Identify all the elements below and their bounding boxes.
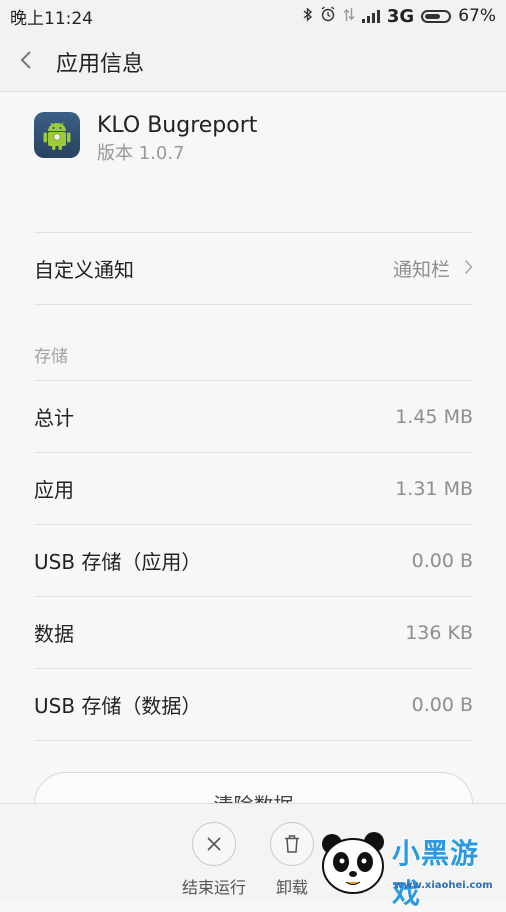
app-summary: KLO Bugreport 版本 1.0.7 (34, 112, 257, 168)
data-transfer-icon (343, 7, 355, 26)
status-bar: 晚上11:24 3G 67% (0, 0, 506, 32)
battery-percent: 67% (458, 6, 496, 26)
close-icon (192, 822, 236, 866)
page-title: 应用信息 (56, 51, 145, 77)
network-type: 3G (386, 5, 415, 27)
force-stop-button[interactable]: 结束运行 (174, 822, 254, 898)
divider (34, 740, 473, 741)
watermark-url: www.xiaohei.com (394, 880, 493, 891)
storage-label: 数据 (34, 622, 74, 646)
storage-label: USB 存储（应用） (34, 550, 202, 574)
force-stop-label: 结束运行 (181, 878, 246, 897)
app-name: KLO Bugreport (97, 113, 258, 138)
watermark: 小黑游戏 www.xiaohei.com (312, 828, 506, 910)
storage-label: 应用 (34, 478, 74, 502)
storage-value: 1.31 MB (395, 477, 473, 500)
android-app-icon (34, 112, 80, 158)
battery-icon (421, 9, 452, 23)
chevron-right-icon (464, 259, 473, 279)
storage-row-total: 总计 1.45 MB (34, 381, 473, 452)
storage-row-usb-data: USB 存储（数据） 0.00 B (34, 669, 473, 740)
storage-label: USB 存储（数据） (34, 694, 202, 718)
storage-value: 136 KB (405, 621, 473, 644)
signal-icon (361, 9, 380, 23)
storage-row-data: 数据 136 KB (34, 597, 473, 668)
storage-row-usb-app: USB 存储（应用） 0.00 B (34, 525, 473, 596)
storage-row-app: 应用 1.31 MB (34, 453, 473, 524)
app-version: 版本 1.0.7 (97, 143, 185, 164)
storage-section-title: 存储 (34, 347, 68, 367)
back-button[interactable] (0, 32, 52, 92)
chevron-left-icon (19, 49, 33, 75)
watermark-text: 小黑游戏 (392, 837, 480, 910)
divider (34, 304, 473, 305)
bluetooth-icon (303, 6, 313, 26)
alarm-icon (320, 6, 336, 26)
trash-icon (270, 822, 314, 866)
storage-value: 0.00 B (411, 693, 473, 716)
storage-label: 总计 (34, 406, 74, 430)
status-icons: 3G 67% (303, 6, 496, 27)
app-bar: 应用信息 (0, 32, 506, 92)
custom-notification-row[interactable]: 自定义通知 通知栏 (34, 233, 473, 304)
custom-notification-label: 自定义通知 (34, 258, 134, 282)
status-time: 晚上11:24 (10, 8, 93, 29)
panda-logo (316, 830, 392, 904)
storage-value: 0.00 B (411, 549, 473, 572)
notification-value: 通知栏 (392, 259, 450, 281)
storage-value: 1.45 MB (395, 405, 473, 428)
